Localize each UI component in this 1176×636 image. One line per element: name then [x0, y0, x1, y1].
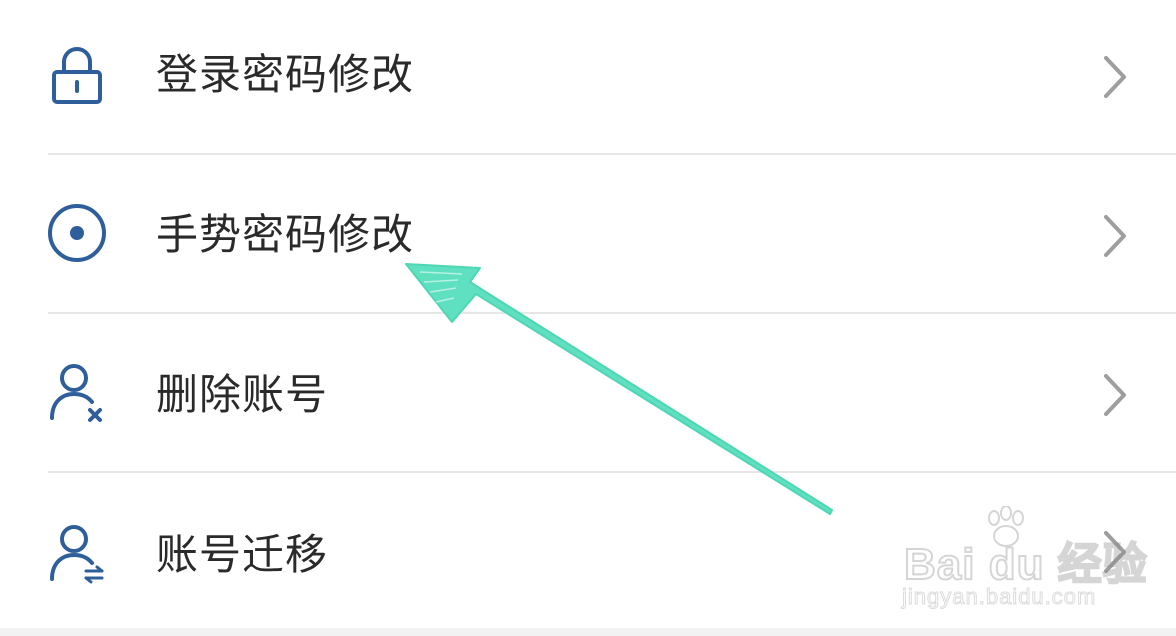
lock-icon	[44, 42, 110, 108]
menu-item-account-migration[interactable]: 账号迁移	[0, 473, 1176, 631]
gesture-target-icon	[44, 200, 110, 266]
chevron-right-icon	[1096, 52, 1132, 102]
chevron-right-icon	[1096, 370, 1132, 420]
menu-item-delete-account[interactable]: 删除账号	[0, 314, 1176, 472]
settings-screen: 登录密码修改 手势密码修改 删除账号 账号迁移 Bai du 经验 jingya…	[0, 0, 1176, 636]
menu-item-login-password[interactable]: 登录密码修改	[0, 0, 1176, 158]
chevron-right-icon	[1096, 211, 1132, 261]
menu-item-label: 账号迁移	[156, 530, 329, 579]
user-transfer-icon	[44, 521, 110, 587]
menu-item-label: 手势密码修改	[156, 210, 415, 259]
menu-item-gesture-password[interactable]: 手势密码修改	[0, 155, 1176, 313]
menu-item-label: 登录密码修改	[156, 50, 415, 99]
bottom-separator	[0, 628, 1176, 636]
user-remove-icon	[44, 360, 110, 426]
chevron-right-icon	[1096, 527, 1132, 577]
menu-item-label: 删除账号	[156, 370, 329, 419]
